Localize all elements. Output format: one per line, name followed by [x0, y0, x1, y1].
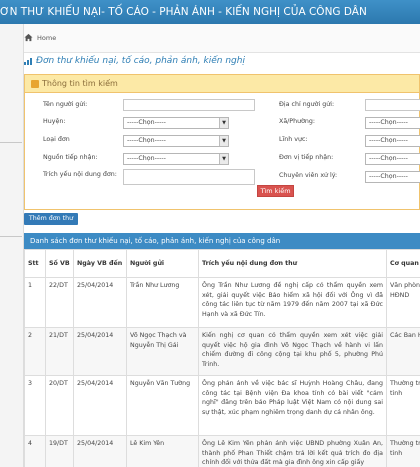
bar-chart-icon: [24, 58, 32, 65]
table-row[interactable]: 3 20/DT 25/04/2014 Nguyễn Văn Tường Ông …: [24, 375, 420, 436]
banner-title: ƠN THƯ KHIẾU NẠI- TỐ CÁO - PHẢN ÁNH - KI…: [0, 6, 367, 18]
col-header-so-vb: Số VB: [45, 249, 74, 278]
receive-source-select[interactable]: -----Chọn----- ▼: [123, 153, 229, 165]
chevron-down-icon: ▼: [219, 118, 228, 128]
cell-trich-yeu: Ông Lê Kim Yên phản ánh việc UBND phường…: [198, 435, 387, 467]
handler-select[interactable]: -----Chọn-----: [365, 171, 420, 183]
district-select[interactable]: -----Chọn----- ▼: [123, 117, 229, 129]
cell-trich-yeu: Kiến nghị cơ quan có thẩm quyền xem xét …: [198, 327, 387, 376]
cell-co-quan: Thường trực HĐND tỉnh: [386, 435, 420, 467]
list-title: Danh sách đơn thư khiếu nại, tố cáo, phả…: [30, 237, 281, 245]
breadcrumb-home-link[interactable]: Home: [37, 34, 56, 42]
col-header-co-quan: Cơ quan tiếp nhận: [386, 249, 420, 278]
chevron-down-icon: ▼: [219, 136, 228, 146]
page-title: Đơn thư khiếu nại, tố cáo, phản ánh, kiế…: [24, 56, 245, 66]
ward-label: Xã/Phường:: [279, 118, 316, 125]
cell-nguoi-gui: Trần Như Lương: [126, 277, 199, 328]
form-type-select[interactable]: -----Chọn----- ▼: [123, 135, 229, 147]
col-header-trich-yeu: Trích yếu nội dung đơn thư: [198, 249, 387, 278]
field-select-value: -----Chọn-----: [369, 137, 408, 144]
cell-stt: 3: [24, 375, 46, 436]
col-header-ngay-vb-den: Ngày VB đến: [73, 249, 127, 278]
district-label: Huyện:: [43, 118, 66, 125]
field-select[interactable]: -----Chọn-----: [365, 135, 420, 147]
cell-so-vb: 20/DT: [45, 375, 74, 436]
table-row[interactable]: 4 19/DT 25/04/2014 Lê Kim Yên Ông Lê Kim…: [24, 435, 420, 467]
add-complaint-button[interactable]: Thêm đơn thư: [24, 213, 78, 225]
cell-stt: 2: [24, 327, 46, 376]
cell-ngay: 25/04/2014: [73, 375, 127, 436]
sender-name-label: Tên người gửi:: [43, 101, 88, 108]
cell-stt: 1: [24, 277, 46, 328]
app-banner: ƠN THƯ KHIẾU NẠI- TỐ CÁO - PHẢN ÁNH - KI…: [0, 0, 420, 24]
search-button[interactable]: Tìm kiếm: [257, 185, 294, 197]
search-panel: Thông tin tìm kiếm Tên người gửi: Địa ch…: [24, 74, 420, 210]
form-type-label: Loại đơn: [43, 136, 70, 143]
breadcrumb: Home: [24, 24, 420, 53]
cell-trich-yeu: Ông phản ánh về việc bác sĩ Huỳnh Hoàng …: [198, 375, 387, 436]
cell-so-vb: 19/DT: [45, 435, 74, 467]
search-panel-title: Thông tin tìm kiếm: [42, 79, 118, 88]
cell-ngay: 25/04/2014: [73, 435, 127, 467]
ward-select-value: -----Chọn-----: [369, 119, 408, 126]
sidebar-divider: [0, 142, 22, 143]
sidebar-divider: [0, 236, 22, 237]
form-type-select-value: -----Chọn-----: [127, 137, 166, 144]
receive-source-label: Nguồn tiếp nhận:: [43, 154, 98, 161]
complaints-table-container[interactable]: Stt Số VB Ngày VB đến Người gửi Trích yế…: [24, 249, 420, 467]
handler-label: Chuyên viên xử lý:: [279, 172, 338, 179]
home-icon[interactable]: [24, 33, 33, 42]
ward-select[interactable]: -----Chọn-----: [365, 117, 420, 129]
cell-stt: 4: [24, 435, 46, 467]
field-label: Lĩnh vực:: [279, 136, 308, 143]
cell-nguoi-gui: Võ Ngọc Thạch và Nguyễn Thị Gái: [126, 327, 199, 376]
cell-co-quan: Thường trực HĐND tỉnh: [386, 375, 420, 436]
summary-textarea[interactable]: [123, 169, 255, 185]
cell-so-vb: 22/DT: [45, 277, 74, 328]
table-row[interactable]: 1 22/DT 25/04/2014 Trần Như Lương Ông Tr…: [24, 277, 420, 328]
cell-nguoi-gui: Nguyễn Văn Tường: [126, 375, 199, 436]
receive-source-select-value: -----Chọn-----: [127, 155, 166, 162]
handler-select-value: -----Chọn-----: [369, 173, 408, 180]
summary-label: Trích yếu nội dung đơn:: [43, 171, 117, 178]
complaints-table: Stt Số VB Ngày VB đến Người gửi Trích yế…: [24, 249, 420, 467]
cell-nguoi-gui: Lê Kim Yên: [126, 435, 199, 467]
chevron-down-icon: ▼: [219, 154, 228, 164]
receiving-unit-select-value: -----Chọn-----: [369, 155, 408, 162]
left-sidebar-strip[interactable]: [0, 24, 24, 467]
col-header-nguoi-gui: Người gửi: [126, 249, 199, 278]
receiving-unit-select[interactable]: -----Chọn-----: [365, 153, 420, 165]
col-header-stt: Stt: [24, 249, 46, 278]
district-select-value: -----Chọn-----: [127, 119, 166, 126]
page-title-text: Đơn thư khiếu nại, tố cáo, phản ánh, kiế…: [36, 56, 245, 66]
sender-name-input[interactable]: [123, 99, 255, 111]
search-panel-header: Thông tin tìm kiếm: [25, 75, 419, 93]
table-row[interactable]: 2 21/DT 25/04/2014 Võ Ngọc Thạch và Nguy…: [24, 327, 420, 376]
cell-trich-yeu: Ông Trần Như Lương đề nghị cấp có thẩm q…: [198, 277, 387, 328]
receiving-unit-label: Đơn vị tiếp nhận:: [279, 154, 334, 161]
sender-address-label: Địa chỉ người gửi:: [279, 101, 335, 108]
sender-address-input[interactable]: [365, 99, 420, 111]
cell-ngay: 25/04/2014: [73, 277, 127, 328]
cell-ngay: 25/04/2014: [73, 327, 127, 376]
cell-co-quan: Các Ban HĐND tỉnh: [386, 327, 420, 376]
list-title-bar: Danh sách đơn thư khiếu nại, tố cáo, phả…: [24, 233, 420, 249]
table-header-row: Stt Số VB Ngày VB đến Người gửi Trích yế…: [24, 249, 420, 278]
cell-so-vb: 21/DT: [45, 327, 74, 376]
lock-icon: [31, 79, 39, 88]
cell-co-quan: Văn phòng ĐBQH & HĐND: [386, 277, 420, 328]
